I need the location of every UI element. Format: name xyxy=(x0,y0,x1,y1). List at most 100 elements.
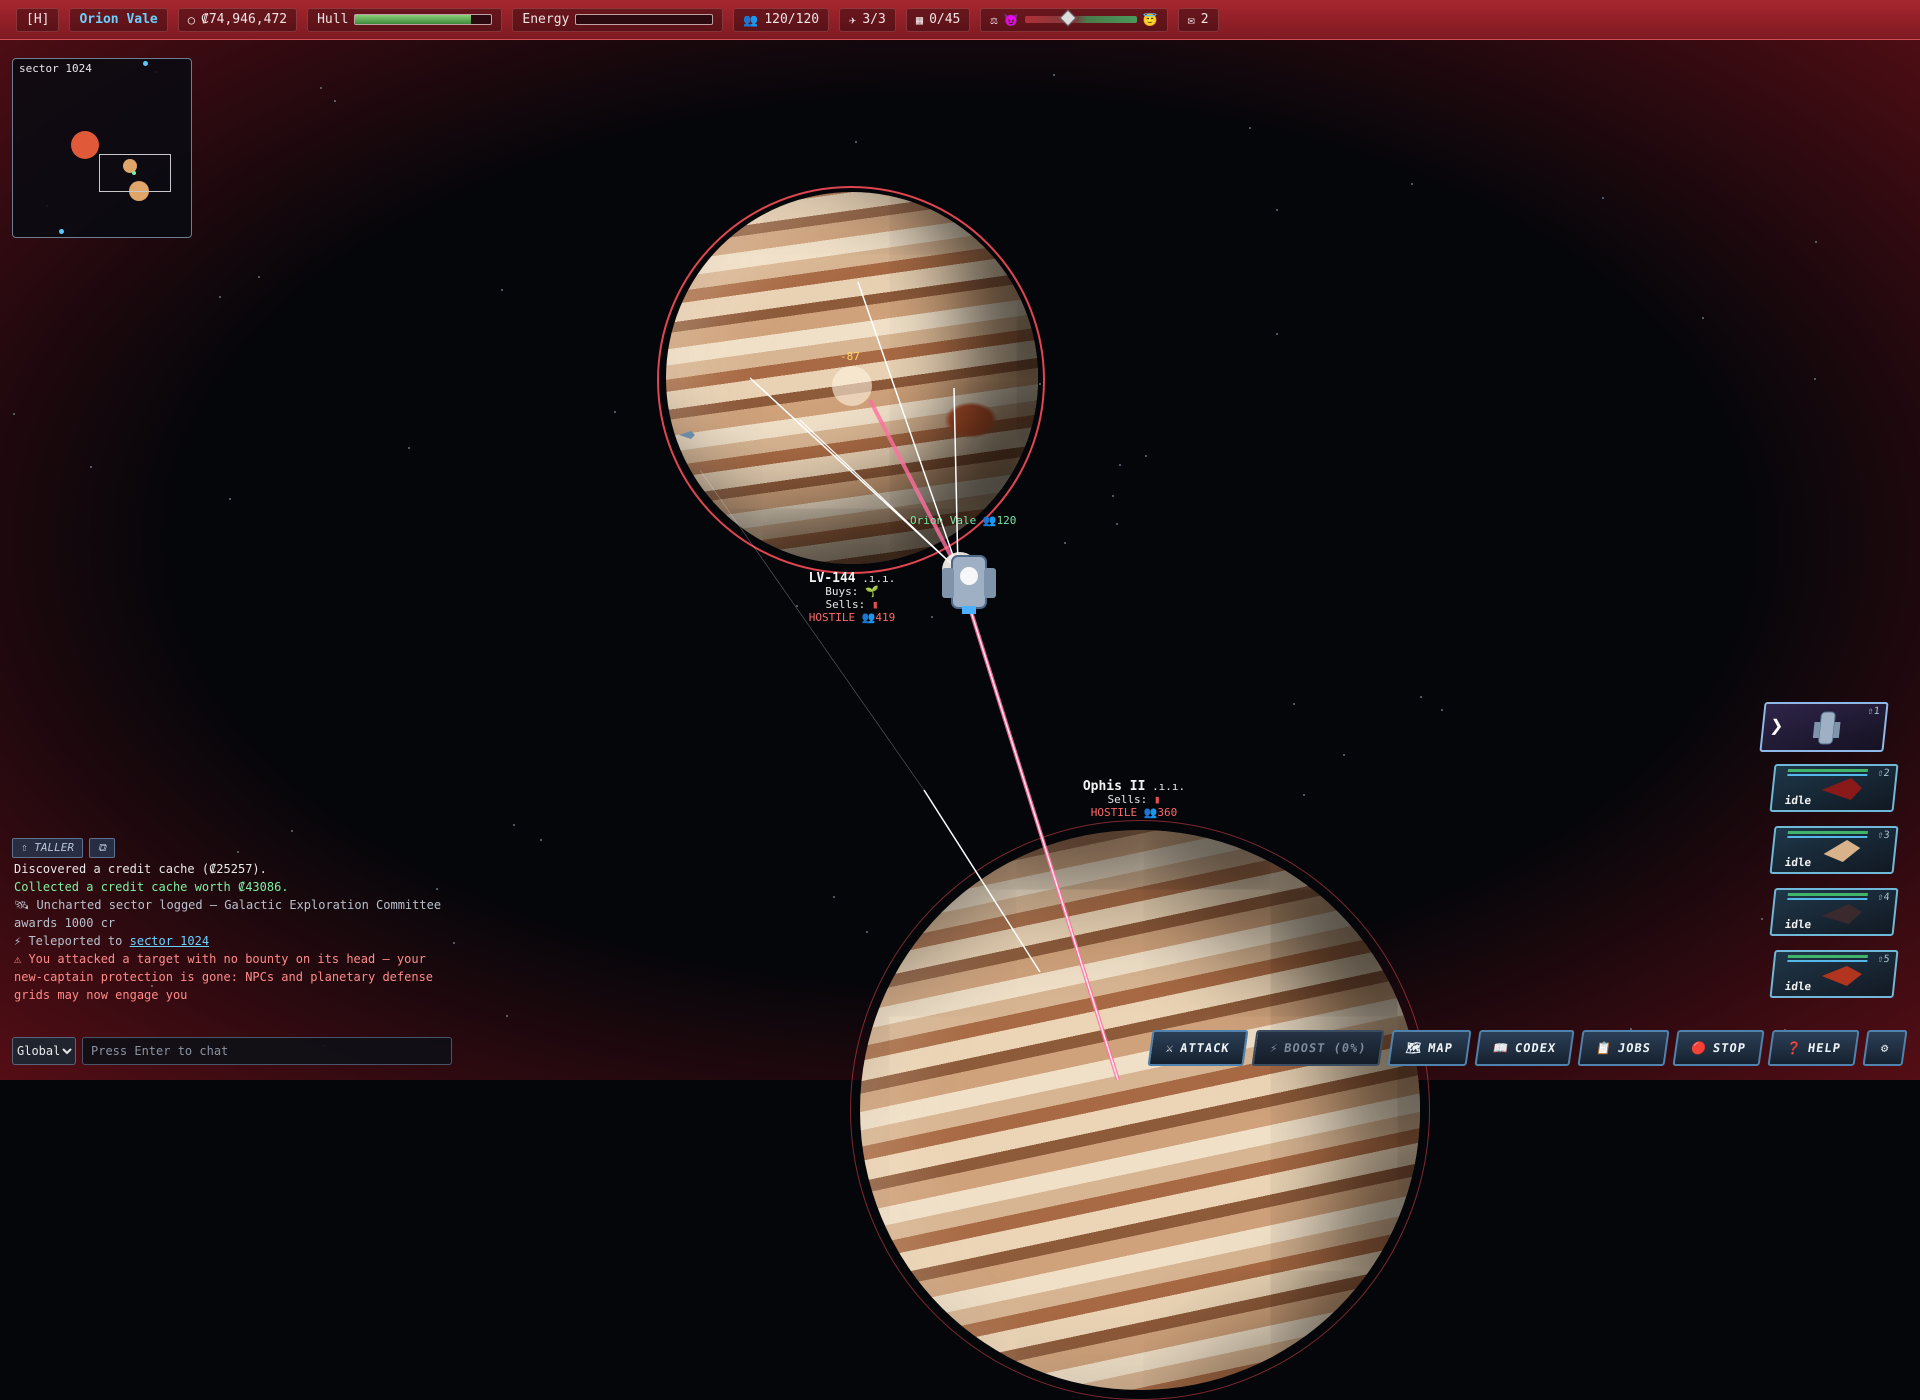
slot-number-value: 5 xyxy=(1882,954,1891,965)
player-ship-icon[interactable] xyxy=(936,546,1002,616)
log-text: ⚡ Teleported to xyxy=(14,934,130,948)
fleet-status: idle xyxy=(1784,856,1812,869)
credits-display: ○ ₡74,946,472 xyxy=(177,7,298,32)
mail-count: 2 xyxy=(1200,12,1209,27)
fleet-slot-number: ⇧3 xyxy=(1876,830,1891,841)
help-label: HELP xyxy=(1806,1041,1842,1055)
minimap[interactable]: sector 1024 xyxy=(12,58,192,238)
log-text: Collected a credit cache worth ₡43086. xyxy=(14,880,289,894)
gear-icon: ⚙ xyxy=(1879,1041,1890,1055)
player-name-badge[interactable]: Orion Vale xyxy=(69,7,168,32)
chat-channel-select[interactable]: Global xyxy=(12,1037,76,1065)
fleet-hp-bar xyxy=(1787,955,1868,958)
planet-name: Ophis II xyxy=(1082,779,1146,794)
hotkey-label: [H] xyxy=(26,12,50,27)
help-button[interactable]: ❓ HELP xyxy=(1767,1030,1860,1066)
attack-button[interactable]: ⚔ ATTACK xyxy=(1147,1030,1249,1066)
raider-ship-icon xyxy=(1821,966,1862,986)
crew-display[interactable]: 👥 120/120 xyxy=(733,7,830,32)
hull-bar-fill xyxy=(355,15,471,24)
settings-button[interactable]: ⚙ xyxy=(1862,1030,1908,1066)
player-ship-crew: 120 xyxy=(996,514,1017,527)
fleet-slot-number: ⇧5 xyxy=(1876,954,1891,965)
crew-icon: 👥 xyxy=(743,12,759,27)
flagship-icon xyxy=(1812,711,1841,745)
log-line: ⚡ Teleported to sector 1024 xyxy=(14,932,454,950)
fleet-slot-2[interactable]: ⇧2 idle xyxy=(1769,764,1899,812)
credits-value: ₡74,946,472 xyxy=(201,12,288,27)
sprout-icon: 🌱 xyxy=(865,585,879,598)
log-text: Discovered a credit cache (₡25257). xyxy=(14,862,267,876)
book-icon: 📖 xyxy=(1492,1041,1510,1055)
hull-bar xyxy=(354,14,493,25)
jobs-button[interactable]: 📋 JOBS xyxy=(1577,1030,1670,1066)
map-icon: 🗺 xyxy=(1405,1041,1424,1055)
signal-strength: .ı.ı. xyxy=(1152,780,1186,793)
fleet-lead-slot[interactable]: ❯ ⇧1 xyxy=(1759,702,1889,752)
planet-name: LV-144 xyxy=(808,571,856,586)
log-line: Discovered a credit cache (₡25257). xyxy=(14,860,454,878)
codex-button[interactable]: 📖 CODEX xyxy=(1474,1030,1575,1066)
cruiser-ship-icon xyxy=(1821,904,1862,924)
stop-label: STOP xyxy=(1711,1041,1747,1055)
chat-input[interactable] xyxy=(82,1037,452,1065)
player-ship-name: Orion Vale xyxy=(910,514,977,527)
log-line: 🛰 Uncharted sector logged — Galactic Exp… xyxy=(14,896,454,932)
stop-button[interactable]: 🔴 STOP xyxy=(1672,1030,1765,1066)
player-ship-tag: Orion Vale 👥120 xyxy=(910,514,1016,527)
fleet-display[interactable]: ✈ 3/3 xyxy=(839,7,896,32)
sells-label: Sells: xyxy=(1107,793,1148,806)
reputation-knob xyxy=(1059,9,1077,27)
mail-icon: ✉ xyxy=(1187,12,1195,27)
fighter-ship-icon xyxy=(1821,778,1862,800)
lightning-icon: ⚡ xyxy=(1268,1041,1279,1055)
log-popout-button[interactable]: ⧉ xyxy=(89,838,115,858)
log-tabs: ⇧ TALLER ⧉ xyxy=(12,838,115,858)
log-taller-button[interactable]: ⇧ TALLER xyxy=(12,838,83,858)
mail-button[interactable]: ✉ 2 xyxy=(1177,7,1219,32)
map-button[interactable]: 🗺 MAP xyxy=(1387,1030,1472,1066)
boost-button[interactable]: ⚡ BOOST (0%) xyxy=(1251,1030,1385,1066)
event-log[interactable]: Discovered a credit cache (₡25257). Coll… xyxy=(14,860,454,1004)
minimap-sector-label: sector 1024 xyxy=(19,62,92,75)
log-text: 🛰 Uncharted sector logged — Galactic Exp… xyxy=(14,898,442,930)
fleet-slot-3[interactable]: ⇧3 idle xyxy=(1769,826,1899,874)
hotkey-hint[interactable]: [H] xyxy=(16,7,60,32)
signal-strength: .ı.ı. xyxy=(862,572,896,585)
sells-label: Sells: xyxy=(825,598,866,611)
population-icon: 👥 xyxy=(1143,806,1158,819)
sector-link[interactable]: sector 1024 xyxy=(130,934,209,948)
log-taller-label: TALLER xyxy=(34,841,74,854)
planet-population: 419 xyxy=(875,611,896,624)
npc-ship-icon[interactable] xyxy=(679,430,695,440)
attack-label: ATTACK xyxy=(1179,1041,1231,1055)
fleet-status: idle xyxy=(1784,918,1812,931)
hull-label: Hull xyxy=(317,12,349,27)
buys-label: Buys: xyxy=(825,585,859,598)
codex-label: CODEX xyxy=(1513,1041,1558,1055)
action-bar: ⚔ ATTACK ⚡ BOOST (0%) 🗺 MAP 📖 CODEX 📋 JOBS 🔴 S… xyxy=(1147,1030,1908,1066)
cargo-value: 0/45 xyxy=(929,12,961,27)
planet-ophis-label[interactable]: Ophis II .ı.ı. Sells: ▮ HOSTILE 👥360 xyxy=(1083,780,1185,819)
fleet-slot-number: ⇧1 xyxy=(1866,706,1881,717)
cargo-display[interactable]: ▦ 0/45 xyxy=(905,7,971,32)
slot-number-value: 3 xyxy=(1882,830,1891,841)
fleet-slot-5[interactable]: ⇧5 idle xyxy=(1769,950,1899,998)
fleet-slot-4[interactable]: ⇧4 idle xyxy=(1769,888,1899,936)
energy-display: Energy xyxy=(512,7,724,32)
damage-number: -87 xyxy=(840,350,860,363)
fuel-can-icon: ▮ xyxy=(871,598,879,611)
devil-icon: 😈 xyxy=(1003,12,1019,27)
minimap-contact xyxy=(143,61,148,66)
swords-icon: ⚔ xyxy=(1165,1041,1176,1055)
slot-number-value: 2 xyxy=(1882,768,1891,779)
planet-population: 360 xyxy=(1157,806,1178,819)
reputation-display[interactable]: ⚖ 😈 😇 xyxy=(980,7,1168,32)
crew-value: 120/120 xyxy=(764,12,820,27)
planet-lv144-label[interactable]: LV-144 .ı.ı. Buys: 🌱 Sells: ▮ HOSTILE 👥4… xyxy=(809,572,896,624)
freighter-ship-icon xyxy=(1823,840,1861,862)
hull-display: Hull xyxy=(307,7,503,32)
help-icon: ❓ xyxy=(1784,1041,1803,1055)
minimap-planet-red xyxy=(71,131,99,159)
stop-icon: 🔴 xyxy=(1689,1041,1708,1055)
